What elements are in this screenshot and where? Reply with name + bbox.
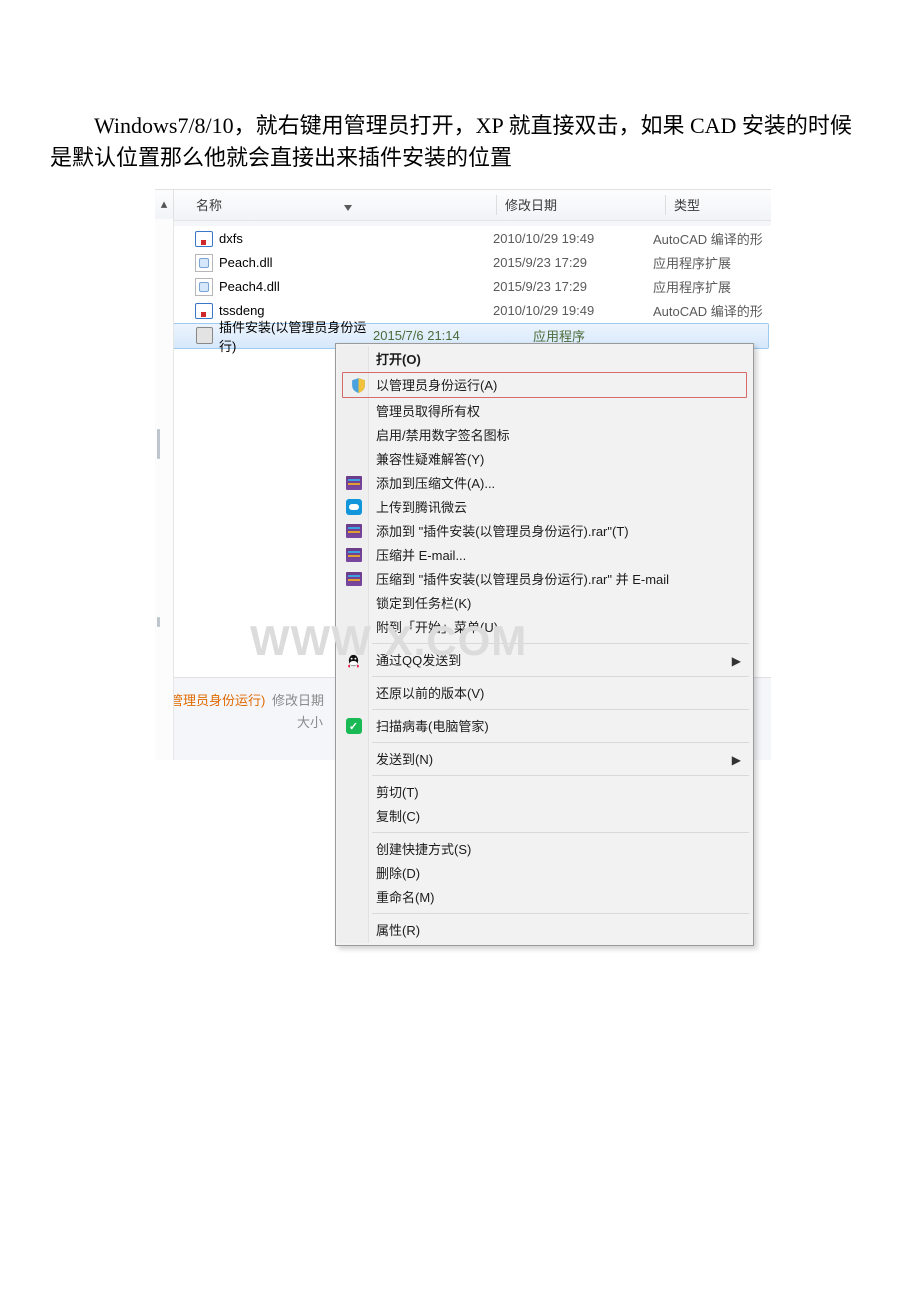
header-name[interactable]: 名称 <box>174 195 496 214</box>
menu-take-ownership[interactable]: 管理员取得所有权 <box>338 399 751 423</box>
file-row[interactable]: Peach.dll 2015/9/23 17:29 应用程序扩展 <box>155 251 771 275</box>
menu-scan-virus[interactable]: 扫描病毒(电脑管家) <box>338 714 751 738</box>
sort-indicator-icon <box>344 205 352 211</box>
menu-separator <box>372 775 749 776</box>
menu-delete[interactable]: 删除(D) <box>338 861 751 885</box>
header-type[interactable]: 类型 <box>674 195 771 214</box>
file-name: dxfs <box>219 231 493 246</box>
rar-icon <box>345 475 362 492</box>
status-mod-label: 修改日期 <box>272 693 324 708</box>
qq-icon <box>345 652 362 669</box>
scroll-marker-icon <box>157 429 160 459</box>
file-row[interactable]: dxfs 2010/10/29 19:49 AutoCAD 编译的形 <box>155 227 771 251</box>
menu-compress-rar-email[interactable]: 压缩到 "插件安装(以管理员身份运行).rar" 并 E-mail <box>338 567 751 591</box>
menu-separator <box>372 676 749 677</box>
menu-separator <box>372 643 749 644</box>
menu-open[interactable]: 打开(O) <box>338 347 751 371</box>
file-date: 2010/10/29 19:49 <box>493 303 653 318</box>
screenshot-container: ▴ 名称 修改日期 类型 dxfs 2010/10/29 19:49 AutoC… <box>155 189 771 760</box>
scroll-up-icon[interactable]: ▴ <box>155 190 174 220</box>
submenu-arrow-icon: ▶ <box>732 654 741 668</box>
file-type: AutoCAD 编译的形 <box>653 301 771 320</box>
cloud-icon <box>345 499 362 516</box>
menu-separator <box>372 913 749 914</box>
shx-file-icon <box>195 303 213 319</box>
file-type: AutoCAD 编译的形 <box>653 229 771 248</box>
menu-send-to[interactable]: 发送到(N) ▶ <box>338 747 751 771</box>
file-name: Peach.dll <box>219 255 493 270</box>
menu-run-as-admin[interactable]: 以管理员身份运行(A) <box>342 372 747 398</box>
menu-signature-toggle[interactable]: 启用/禁用数字签名图标 <box>338 423 751 447</box>
menu-compat-troubleshoot[interactable]: 兼容性疑难解答(Y) <box>338 447 751 471</box>
menu-qq-send[interactable]: 通过QQ发送到 ▶ <box>338 648 751 672</box>
menu-add-to-rar[interactable]: 添加到 "插件安装(以管理员身份运行).rar"(T) <box>338 519 751 543</box>
instruction-text: Windows7/8/10，就右键用管理员打开，XP 就直接双击，如果 CAD … <box>0 0 920 174</box>
rar-icon <box>345 523 362 540</box>
menu-separator <box>372 832 749 833</box>
menu-copy[interactable]: 复制(C) <box>338 804 751 828</box>
rar-icon <box>345 547 362 564</box>
menu-properties[interactable]: 属性(R) <box>338 918 751 942</box>
scroll-rail[interactable] <box>155 219 174 760</box>
menu-create-shortcut[interactable]: 创建快捷方式(S) <box>338 837 751 861</box>
menu-separator <box>372 709 749 710</box>
header-date[interactable]: 修改日期 <box>505 195 665 214</box>
exe-file-icon <box>195 328 213 344</box>
shield-icon <box>350 377 367 394</box>
file-type: 应用程序扩展 <box>653 277 771 296</box>
menu-pin-taskbar[interactable]: 锁定到任务栏(K) <box>338 591 751 615</box>
context-menu: 打开(O) 以管理员身份运行(A) 管理员取得所有权 启用/禁用数字签名图标 兼… <box>335 343 754 946</box>
file-date: 2010/10/29 19:49 <box>493 231 653 246</box>
file-row[interactable]: Peach4.dll 2015/9/23 17:29 应用程序扩展 <box>155 275 771 299</box>
file-date: 2015/7/6 21:14 <box>373 328 533 343</box>
menu-separator <box>372 742 749 743</box>
menu-rename[interactable]: 重命名(M) <box>338 885 751 909</box>
file-type: 应用程序扩展 <box>653 253 771 272</box>
dll-file-icon <box>195 255 213 271</box>
column-headers: ▴ 名称 修改日期 类型 <box>155 190 771 221</box>
file-list: dxfs 2010/10/29 19:49 AutoCAD 编译的形 Peach… <box>155 221 771 349</box>
file-date: 2015/9/23 17:29 <box>493 279 653 294</box>
rar-icon <box>345 571 362 588</box>
menu-upload-weiyun[interactable]: 上传到腾讯微云 <box>338 495 751 519</box>
submenu-arrow-icon: ▶ <box>732 753 741 767</box>
menu-cut[interactable]: 剪切(T) <box>338 780 751 804</box>
menu-pin-start[interactable]: 附到「开始」菜单(U) <box>338 615 751 639</box>
menu-compress-email[interactable]: 压缩并 E-mail... <box>338 543 751 567</box>
file-date: 2015/9/23 17:29 <box>493 255 653 270</box>
dll-file-icon <box>195 279 213 295</box>
file-name: Peach4.dll <box>219 279 493 294</box>
shx-file-icon <box>195 231 213 247</box>
menu-add-to-archive[interactable]: 添加到压缩文件(A)... <box>338 471 751 495</box>
scroll-marker-icon <box>157 617 160 627</box>
antivirus-icon <box>345 718 362 735</box>
menu-restore-prev[interactable]: 还原以前的版本(V) <box>338 681 751 705</box>
